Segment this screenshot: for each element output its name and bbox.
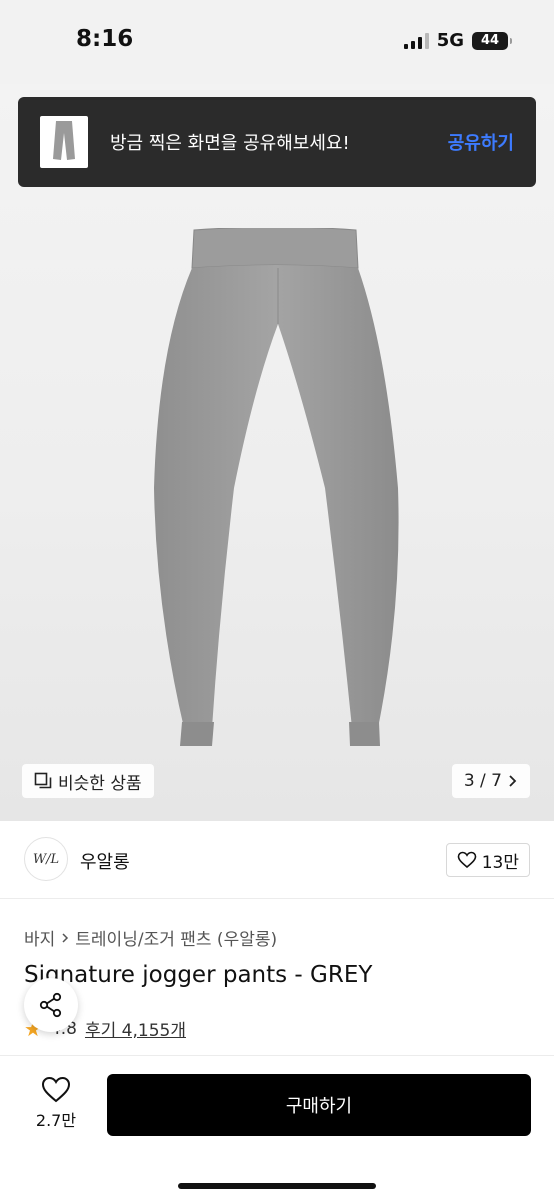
breadcrumb-item[interactable]: 트레이닝/조거 팬츠 (우알롱) [75, 925, 277, 950]
product-image [154, 228, 399, 746]
status-bar: 8:16 5G 44 [0, 0, 554, 84]
heart-icon [41, 1076, 71, 1103]
chevron-right-icon [62, 932, 69, 943]
chevron-right-icon [509, 775, 517, 787]
product-image-gallery[interactable]: 방금 찍은 화면을 공유해보세요! 공유하기 비슷한 상품 3 / 7 [0, 84, 554, 821]
breadcrumb-item[interactable]: 바지 [24, 925, 55, 950]
brand-like-count: 13만 [481, 852, 519, 873]
share-toast: 방금 찍은 화면을 공유해보세요! 공유하기 [18, 97, 536, 187]
heart-icon [457, 851, 477, 869]
status-indicators: 5G 44 [403, 30, 512, 51]
similar-products-button[interactable]: 비슷한 상품 [22, 764, 154, 798]
brand-logo[interactable]: W/L [24, 837, 68, 881]
breadcrumb: 바지 트레이닝/조거 팬츠 (우알롱) [24, 925, 277, 950]
share-button[interactable] [24, 978, 78, 1032]
bottom-action-bar: 2.7만 구매하기 [0, 1055, 554, 1200]
share-icon [39, 992, 62, 1018]
brand-like-button[interactable]: 13만 [445, 843, 530, 877]
network-type: 5G [436, 30, 464, 51]
brand-row[interactable]: W/L 우알롱 13만 [0, 821, 554, 899]
signal-icon [403, 32, 429, 49]
wishlist-count: 2.7만 [35, 1111, 77, 1130]
product-title: Signature jogger pants - GREY [24, 962, 373, 988]
screenshot-thumbnail [40, 116, 88, 168]
toast-message: 방금 찍은 화면을 공유해보세요! [110, 133, 350, 154]
battery-icon: 44 [472, 31, 512, 50]
review-link[interactable]: 후기 4,155개 [85, 1016, 186, 1041]
buy-button[interactable]: 구매하기 [107, 1074, 531, 1136]
wishlist-button[interactable]: 2.7만 [26, 1076, 86, 1131]
status-time: 8:16 [76, 26, 134, 52]
image-page-indicator[interactable]: 3 / 7 [451, 764, 530, 798]
home-indicator [178, 1183, 376, 1189]
battery-level: 44 [480, 33, 500, 48]
brand-name[interactable]: 우알롱 [80, 848, 130, 874]
share-now-button[interactable]: 공유하기 [448, 129, 514, 155]
page-indicator-text: 3 / 7 [463, 771, 502, 791]
brand-logo-text: W/L [32, 851, 60, 867]
similar-products-label: 비슷한 상품 [58, 773, 142, 794]
copy-icon [34, 772, 52, 789]
